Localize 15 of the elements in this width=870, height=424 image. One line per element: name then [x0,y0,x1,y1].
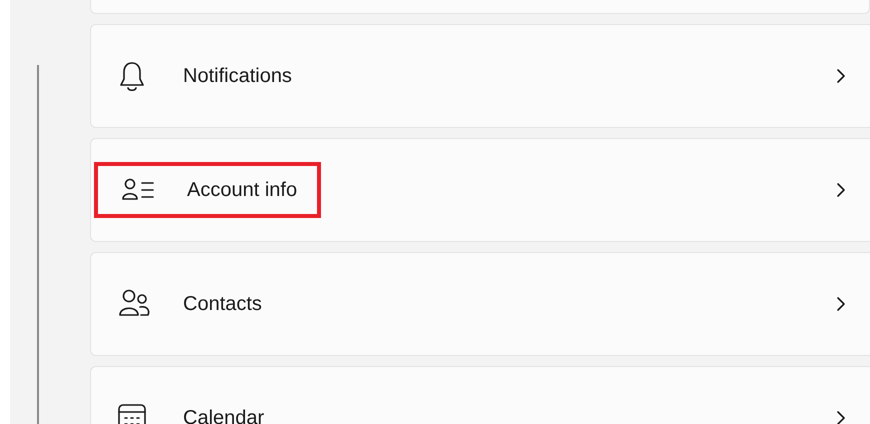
item-label: Account info [187,178,298,203]
chevron-icon [836,410,846,424]
settings-item[interactable]: Account info [90,138,870,242]
settings-item[interactable]: Notifications [90,24,870,128]
item-label: Notifications [183,64,292,89]
chevron-icon [836,182,846,198]
item-label: Calendar [183,406,264,424]
chevron-icon [836,296,846,312]
item-label: Contacts [183,292,262,317]
chevron-icon [836,68,846,84]
settings-item[interactable]: Calendar [90,366,870,424]
person-list-icon [121,177,155,203]
bell-icon [117,60,147,92]
calendar-icon [117,403,147,424]
settings-item[interactable]: Contacts [90,252,870,356]
